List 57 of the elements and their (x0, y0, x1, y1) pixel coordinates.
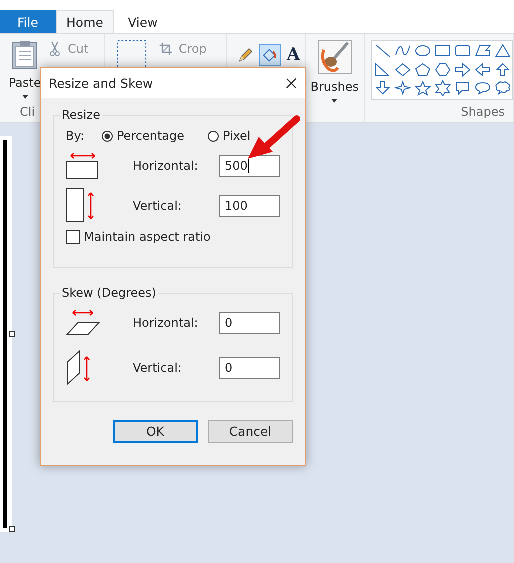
scissors-icon[interactable] (48, 41, 62, 57)
by-label: By: (66, 129, 86, 143)
caret-icon[interactable] (22, 95, 28, 99)
shape-icon[interactable] (494, 43, 512, 59)
shape-icon[interactable] (414, 43, 432, 59)
brushes-label[interactable]: Brushes (310, 80, 359, 94)
shape-icon[interactable] (434, 43, 452, 59)
radio-label[interactable]: Percentage (117, 129, 185, 143)
ribbon-tab[interactable]: Home (56, 10, 114, 33)
dialog-button[interactable]: Cancel (208, 420, 293, 443)
paste-label[interactable]: Paste (8, 76, 42, 90)
shape-icon[interactable] (474, 80, 492, 96)
shape-icon[interactable] (474, 43, 492, 59)
text-tool[interactable]: A (282, 44, 305, 66)
shape-icon[interactable] (454, 43, 472, 59)
group-label: Cli (20, 105, 36, 119)
shapes-gallery[interactable] (371, 40, 513, 100)
brush-icon[interactable] (318, 40, 352, 74)
field-label: Vertical: (133, 360, 183, 374)
shape-icon[interactable] (494, 80, 512, 96)
input-field[interactable]: 0 (219, 356, 280, 378)
group-legend: Skew (Degrees) (60, 286, 158, 300)
horizontal-resize-icon (66, 152, 100, 180)
radio-button[interactable] (208, 130, 219, 142)
checkbox[interactable]: Maintain aspect ratio (66, 230, 211, 244)
shape-icon[interactable] (454, 80, 472, 96)
group-legend: Resize (60, 108, 102, 122)
close-icon[interactable] (286, 78, 297, 88)
radio-button[interactable] (102, 130, 113, 142)
shape-icon[interactable] (414, 80, 432, 96)
field-label: Horizontal: (133, 159, 200, 173)
shape-icon[interactable] (394, 62, 412, 78)
dialog-button[interactable]: OK (113, 420, 198, 443)
radio-label[interactable]: Pixel (223, 129, 251, 143)
shape-icon[interactable] (454, 62, 472, 78)
input-field[interactable]: 100 (219, 195, 280, 217)
shape-icon[interactable] (374, 80, 392, 96)
horizontal-skew-icon (66, 308, 100, 336)
dialog-title: Resize and Skew (49, 76, 154, 90)
group-label: Shapes (461, 105, 505, 119)
field-label: Vertical: (133, 199, 183, 213)
caret-icon[interactable] (331, 99, 338, 103)
shape-icon[interactable] (494, 62, 512, 78)
shape-icon[interactable] (374, 43, 392, 59)
clipboard-icon[interactable] (12, 40, 38, 70)
shape-icon[interactable] (414, 62, 432, 78)
ribbon-tab[interactable]: File (0, 10, 56, 33)
crop-icon[interactable] (158, 41, 173, 57)
input-field[interactable]: 0 (219, 312, 280, 334)
shape-icon[interactable] (374, 62, 392, 78)
shape-icon[interactable] (474, 62, 492, 78)
shape-icon[interactable] (434, 62, 452, 78)
input-field[interactable]: 500 (219, 155, 280, 177)
paint-bucket-icon[interactable] (258, 44, 281, 66)
field-label: Horizontal: (133, 316, 200, 330)
shape-icon[interactable] (394, 80, 412, 96)
shape-icon[interactable] (434, 80, 452, 96)
